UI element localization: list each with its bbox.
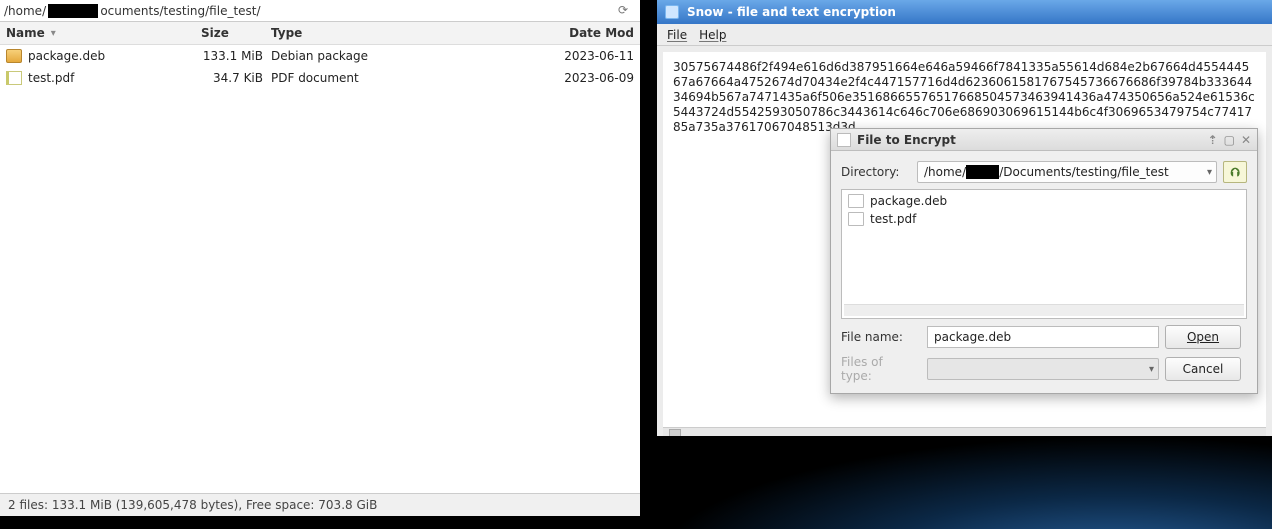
menu-file[interactable]: File xyxy=(667,28,687,42)
list-item[interactable]: test.pdf xyxy=(844,210,1244,228)
file-list[interactable]: package.deb 133.1 MiB Debian package 202… xyxy=(0,45,640,493)
filetype-label: Files of type: xyxy=(841,355,911,383)
file-size: 133.1 MiB xyxy=(201,49,271,63)
file-manager-window: /home/xxocuments/testing/file_test/ ⟳ Na… xyxy=(0,0,640,516)
file-type: PDF document xyxy=(271,71,461,85)
filetype-combo: ▾ xyxy=(927,358,1159,380)
column-type[interactable]: Type xyxy=(271,26,461,40)
dialog-title: File to Encrypt xyxy=(857,133,956,147)
file-date: 2023-06-11 xyxy=(461,49,634,63)
file-date: 2023-06-09 xyxy=(461,71,634,85)
open-button[interactable]: Open xyxy=(1165,325,1241,349)
path-text: /home/xxocuments/testing/file_test/ xyxy=(4,4,618,18)
file-name: test.pdf xyxy=(28,71,74,85)
filename-label: File name: xyxy=(841,330,911,344)
column-size[interactable]: Size xyxy=(201,26,271,40)
column-name[interactable]: Name ▾ xyxy=(6,26,201,40)
file-picker-list[interactable]: package.deb test.pdf xyxy=(841,189,1247,319)
refresh-icon[interactable]: ⟳ xyxy=(618,3,636,19)
directory-combo[interactable]: /home/x/Documents/testing/file_test ▾ xyxy=(917,161,1217,183)
menu-help[interactable]: Help xyxy=(699,28,726,42)
maximize-icon[interactable]: ▢ xyxy=(1224,133,1235,147)
table-row[interactable]: package.deb 133.1 MiB Debian package 202… xyxy=(0,45,640,67)
list-item[interactable]: package.deb xyxy=(844,192,1244,210)
file-icon xyxy=(848,212,864,226)
desktop-background xyxy=(650,436,1272,529)
path-bar[interactable]: /home/xxocuments/testing/file_test/ ⟳ xyxy=(0,0,640,22)
directory-label: Directory: xyxy=(841,165,911,179)
pin-icon[interactable]: ⇡ xyxy=(1208,133,1218,147)
app-icon xyxy=(665,5,679,19)
column-date[interactable]: Date Mod xyxy=(461,26,634,40)
file-icon xyxy=(848,194,864,208)
chevron-down-icon: ▾ xyxy=(1207,167,1212,178)
file-size: 34.7 KiB xyxy=(201,71,271,85)
file-type: Debian package xyxy=(271,49,461,63)
dialog-title-bar[interactable]: File to Encrypt ⇡ ▢ ✕ xyxy=(831,129,1257,151)
file-chooser-dialog: File to Encrypt ⇡ ▢ ✕ Directory: /home/x… xyxy=(830,128,1258,394)
dialog-icon xyxy=(837,133,851,147)
horizontal-scrollbar[interactable] xyxy=(844,304,1244,316)
window-title-bar[interactable]: Snow - file and text encryption xyxy=(657,0,1272,24)
pdf-icon xyxy=(6,71,22,85)
menu-bar: File Help xyxy=(657,24,1272,46)
up-directory-button[interactable]: ⮉ xyxy=(1223,161,1247,183)
package-icon xyxy=(6,49,22,63)
table-row[interactable]: test.pdf 34.7 KiB PDF document 2023-06-0… xyxy=(0,67,640,89)
close-icon[interactable]: ✕ xyxy=(1241,133,1251,147)
sort-desc-icon: ▾ xyxy=(51,28,56,39)
file-name: package.deb xyxy=(28,49,105,63)
window-title: Snow - file and text encryption xyxy=(687,5,896,19)
status-bar: 2 files: 133.1 MiB (139,605,478 bytes), … xyxy=(0,493,640,516)
cancel-button[interactable]: Cancel xyxy=(1165,357,1241,381)
column-headers: Name ▾ Size Type Date Mod xyxy=(0,22,640,45)
filename-input[interactable] xyxy=(927,326,1159,348)
